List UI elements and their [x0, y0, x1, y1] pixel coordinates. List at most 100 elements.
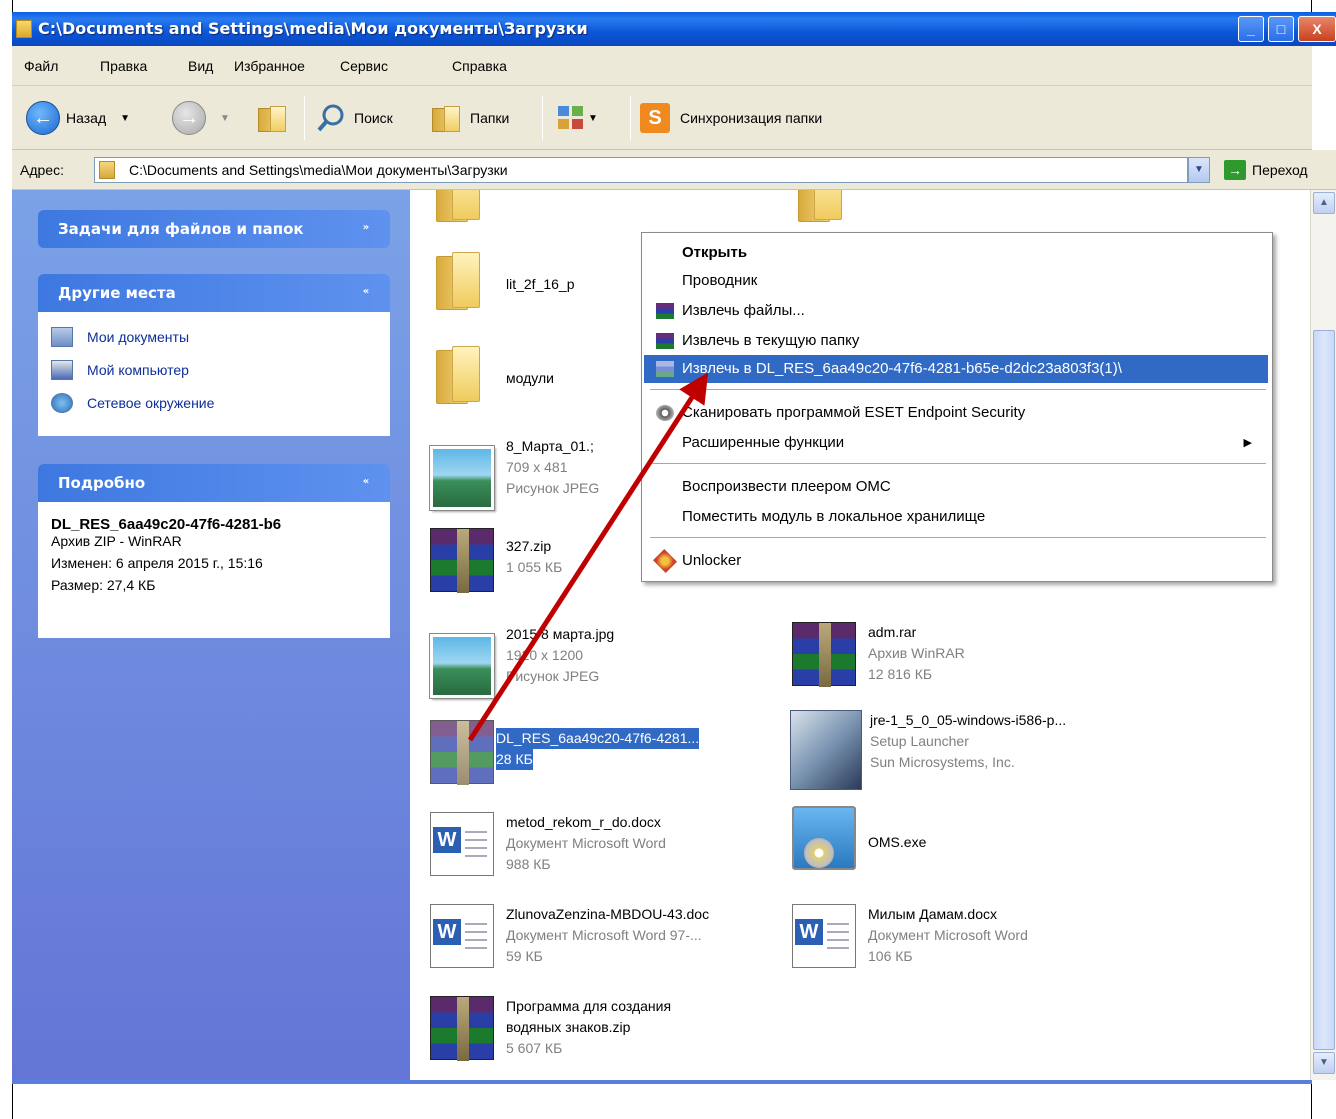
address-input[interactable]: C:\Documents and Settings\media\Мои доку… [94, 157, 1188, 183]
file-size: 28 КБ [496, 749, 533, 770]
file-name: модули [506, 370, 554, 386]
address-dropdown-button[interactable]: ▼ [1188, 157, 1210, 183]
back-arrow-icon: ← [26, 101, 60, 135]
menu-bar: Файл Правка Вид Избранное Сервис Справка [12, 46, 1312, 86]
file-company: Sun Microsystems, Inc. [870, 754, 1015, 770]
scroll-up-button[interactable]: ▲ [1313, 192, 1335, 214]
menu-edit[interactable]: Правка [100, 58, 147, 74]
other-places-panel: Другие места « Мои документы Мой компьют… [38, 274, 390, 436]
file-item[interactable]: lit_2f_16_p [430, 248, 575, 312]
folders-button[interactable]: Папки [432, 86, 509, 150]
file-item[interactable]: Милым Дамам.docx Документ Microsoft Word… [792, 904, 1028, 968]
task-pane: Задачи для файлов и папок » Другие места… [12, 190, 410, 1080]
menu-file[interactable]: Файл [24, 58, 58, 74]
file-type: Setup Launcher [870, 733, 969, 749]
file-item[interactable]: 327.zip 1 055 КБ [430, 528, 562, 593]
image-file-icon [429, 633, 495, 699]
search-label: Поиск [354, 110, 393, 126]
title-bar: C:\Documents and Settings\media\Мои доку… [12, 12, 1336, 46]
menu-item-advanced[interactable]: Расширенные функции ▶ [644, 429, 1268, 457]
back-button[interactable]: ← Назад ▼ [26, 86, 130, 150]
file-type: Документ Microsoft Word [868, 927, 1028, 943]
file-name: korennye_narody_kamchatki [506, 190, 685, 191]
file-item[interactable]: 2015 8 марта.jpg 1920 x 1200 Рисунок JPE… [429, 624, 614, 699]
menu-item-extract-files[interactable]: Извлечь файлы... [644, 297, 1268, 325]
collapse-icon[interactable]: « [356, 282, 376, 302]
file-item-selected[interactable]: DL_RES_6aa49c20-47f6-4281... 28 КБ [430, 720, 700, 785]
menu-favorites[interactable]: Избранное [234, 58, 305, 74]
go-button[interactable]: → Переход [1224, 160, 1308, 180]
menu-item-extract-here[interactable]: Извлечь в текущую папку [644, 327, 1268, 355]
link-my-documents[interactable]: Мои документы [51, 320, 377, 353]
file-item[interactable]: metod_rekom_r_do.docx Документ Microsoft… [430, 812, 666, 876]
search-button[interactable]: Поиск [316, 86, 393, 150]
file-item[interactable]: Программа для создания водяных знаков.zi… [430, 996, 672, 1061]
details-filename: DL_RES_6aa49c20-47f6-4281-b6 [51, 516, 282, 533]
link-label: Мои документы [87, 328, 190, 345]
menu-item-extract-to[interactable]: Извлечь в DL_RES_6aa49c20-47f6-4281-b65e… [644, 355, 1268, 383]
menu-item-play[interactable]: Воспроизвести плеером OMC [644, 473, 1268, 501]
menu-item-explorer[interactable]: Проводник [644, 267, 1268, 295]
views-button[interactable]: ▼ [556, 86, 598, 150]
file-item[interactable]: 8_Марта_01.; 709 x 481 Рисунок JPEG [429, 436, 599, 511]
close-button[interactable]: X [1298, 16, 1336, 42]
file-name: lit_2f_16_p [506, 276, 575, 292]
menu-separator [650, 389, 1266, 390]
collapse-icon[interactable]: « [356, 472, 376, 492]
scroll-down-button[interactable]: ▼ [1313, 1052, 1335, 1074]
file-size: 988 КБ [506, 856, 551, 872]
chevron-down-icon: ▼ [588, 112, 598, 124]
chevron-down-icon[interactable]: ▼ [120, 113, 130, 124]
vertical-scrollbar[interactable]: ▲ ▼ [1310, 190, 1336, 1080]
link-label: Сетевое окружение [87, 394, 215, 411]
expand-icon[interactable]: » [356, 218, 376, 238]
menu-item-scan[interactable]: Сканировать программой ESET Endpoint Sec… [644, 399, 1268, 427]
file-tasks-title: Задачи для файлов и папок [58, 220, 304, 238]
file-item[interactable]: adm.rar Архив WinRAR 12 816 КБ [792, 622, 965, 687]
file-item[interactable]: jre-1_5_0_05-windows-i586-p... Setup Lau… [790, 710, 1066, 790]
folder-icon [16, 20, 32, 38]
file-name: koryaki [868, 190, 912, 191]
menu-view[interactable]: Вид [188, 58, 213, 74]
window-title: C:\Documents and Settings\media\Мои доку… [38, 19, 588, 38]
chevron-down-icon[interactable]: ▼ [220, 113, 230, 124]
file-item[interactable]: модули [430, 342, 554, 406]
toolbar-separator [304, 96, 305, 140]
folders-label: Папки [470, 110, 510, 126]
menu-item-put-module[interactable]: Поместить модуль в локальное хранилище [644, 503, 1268, 531]
file-tasks-header[interactable]: Задачи для файлов и папок » [38, 210, 390, 248]
file-name: водяных знаков.zip [506, 1019, 631, 1035]
file-tasks-panel: Задачи для файлов и папок » [38, 210, 390, 248]
back-label: Назад [66, 110, 107, 126]
maximize-button[interactable]: □ [1268, 16, 1294, 42]
window-bottom-border [12, 1080, 1312, 1084]
winrar-icon [656, 303, 674, 319]
forward-button[interactable]: → ▼ [172, 86, 230, 150]
file-item[interactable]: korennye_narody_kamchatki [430, 190, 685, 224]
menu-tools[interactable]: Сервис [340, 58, 388, 74]
sync-label: Синхронизация папки [680, 110, 823, 126]
file-item[interactable]: OMS.exe [792, 806, 926, 870]
link-my-computer[interactable]: Мой компьютер [51, 353, 377, 386]
file-name: Программа для создания [506, 998, 672, 1014]
file-item[interactable]: ZlunovaZenzina-MBDOU-43.doc Документ Mic… [430, 904, 709, 968]
menu-help[interactable]: Справка [452, 58, 507, 74]
menu-separator [650, 537, 1266, 538]
menu-item-open[interactable]: Открыть [644, 239, 1268, 267]
go-arrow-icon: → [1224, 160, 1246, 180]
file-name: ZlunovaZenzina-MBDOU-43.doc [506, 906, 710, 922]
link-network[interactable]: Сетевое окружение [51, 386, 377, 419]
file-item[interactable]: koryaki [792, 190, 912, 224]
scroll-thumb[interactable] [1313, 330, 1335, 1050]
toolbar-separator [542, 96, 543, 140]
other-places-header[interactable]: Другие места « [38, 274, 390, 312]
my-computer-icon [51, 359, 73, 380]
menu-item-label: Извлечь в текущую папку [682, 332, 860, 349]
menu-item-label: Извлечь файлы... [682, 302, 805, 319]
details-header[interactable]: Подробно « [38, 464, 390, 502]
setup-launcher-icon [790, 710, 862, 790]
minimize-button[interactable]: _ [1238, 16, 1264, 42]
menu-item-unlocker[interactable]: Unlocker [644, 547, 1268, 575]
up-folder-button[interactable] [258, 86, 288, 150]
sync-folder-button[interactable]: S Синхронизация папки [640, 86, 822, 150]
